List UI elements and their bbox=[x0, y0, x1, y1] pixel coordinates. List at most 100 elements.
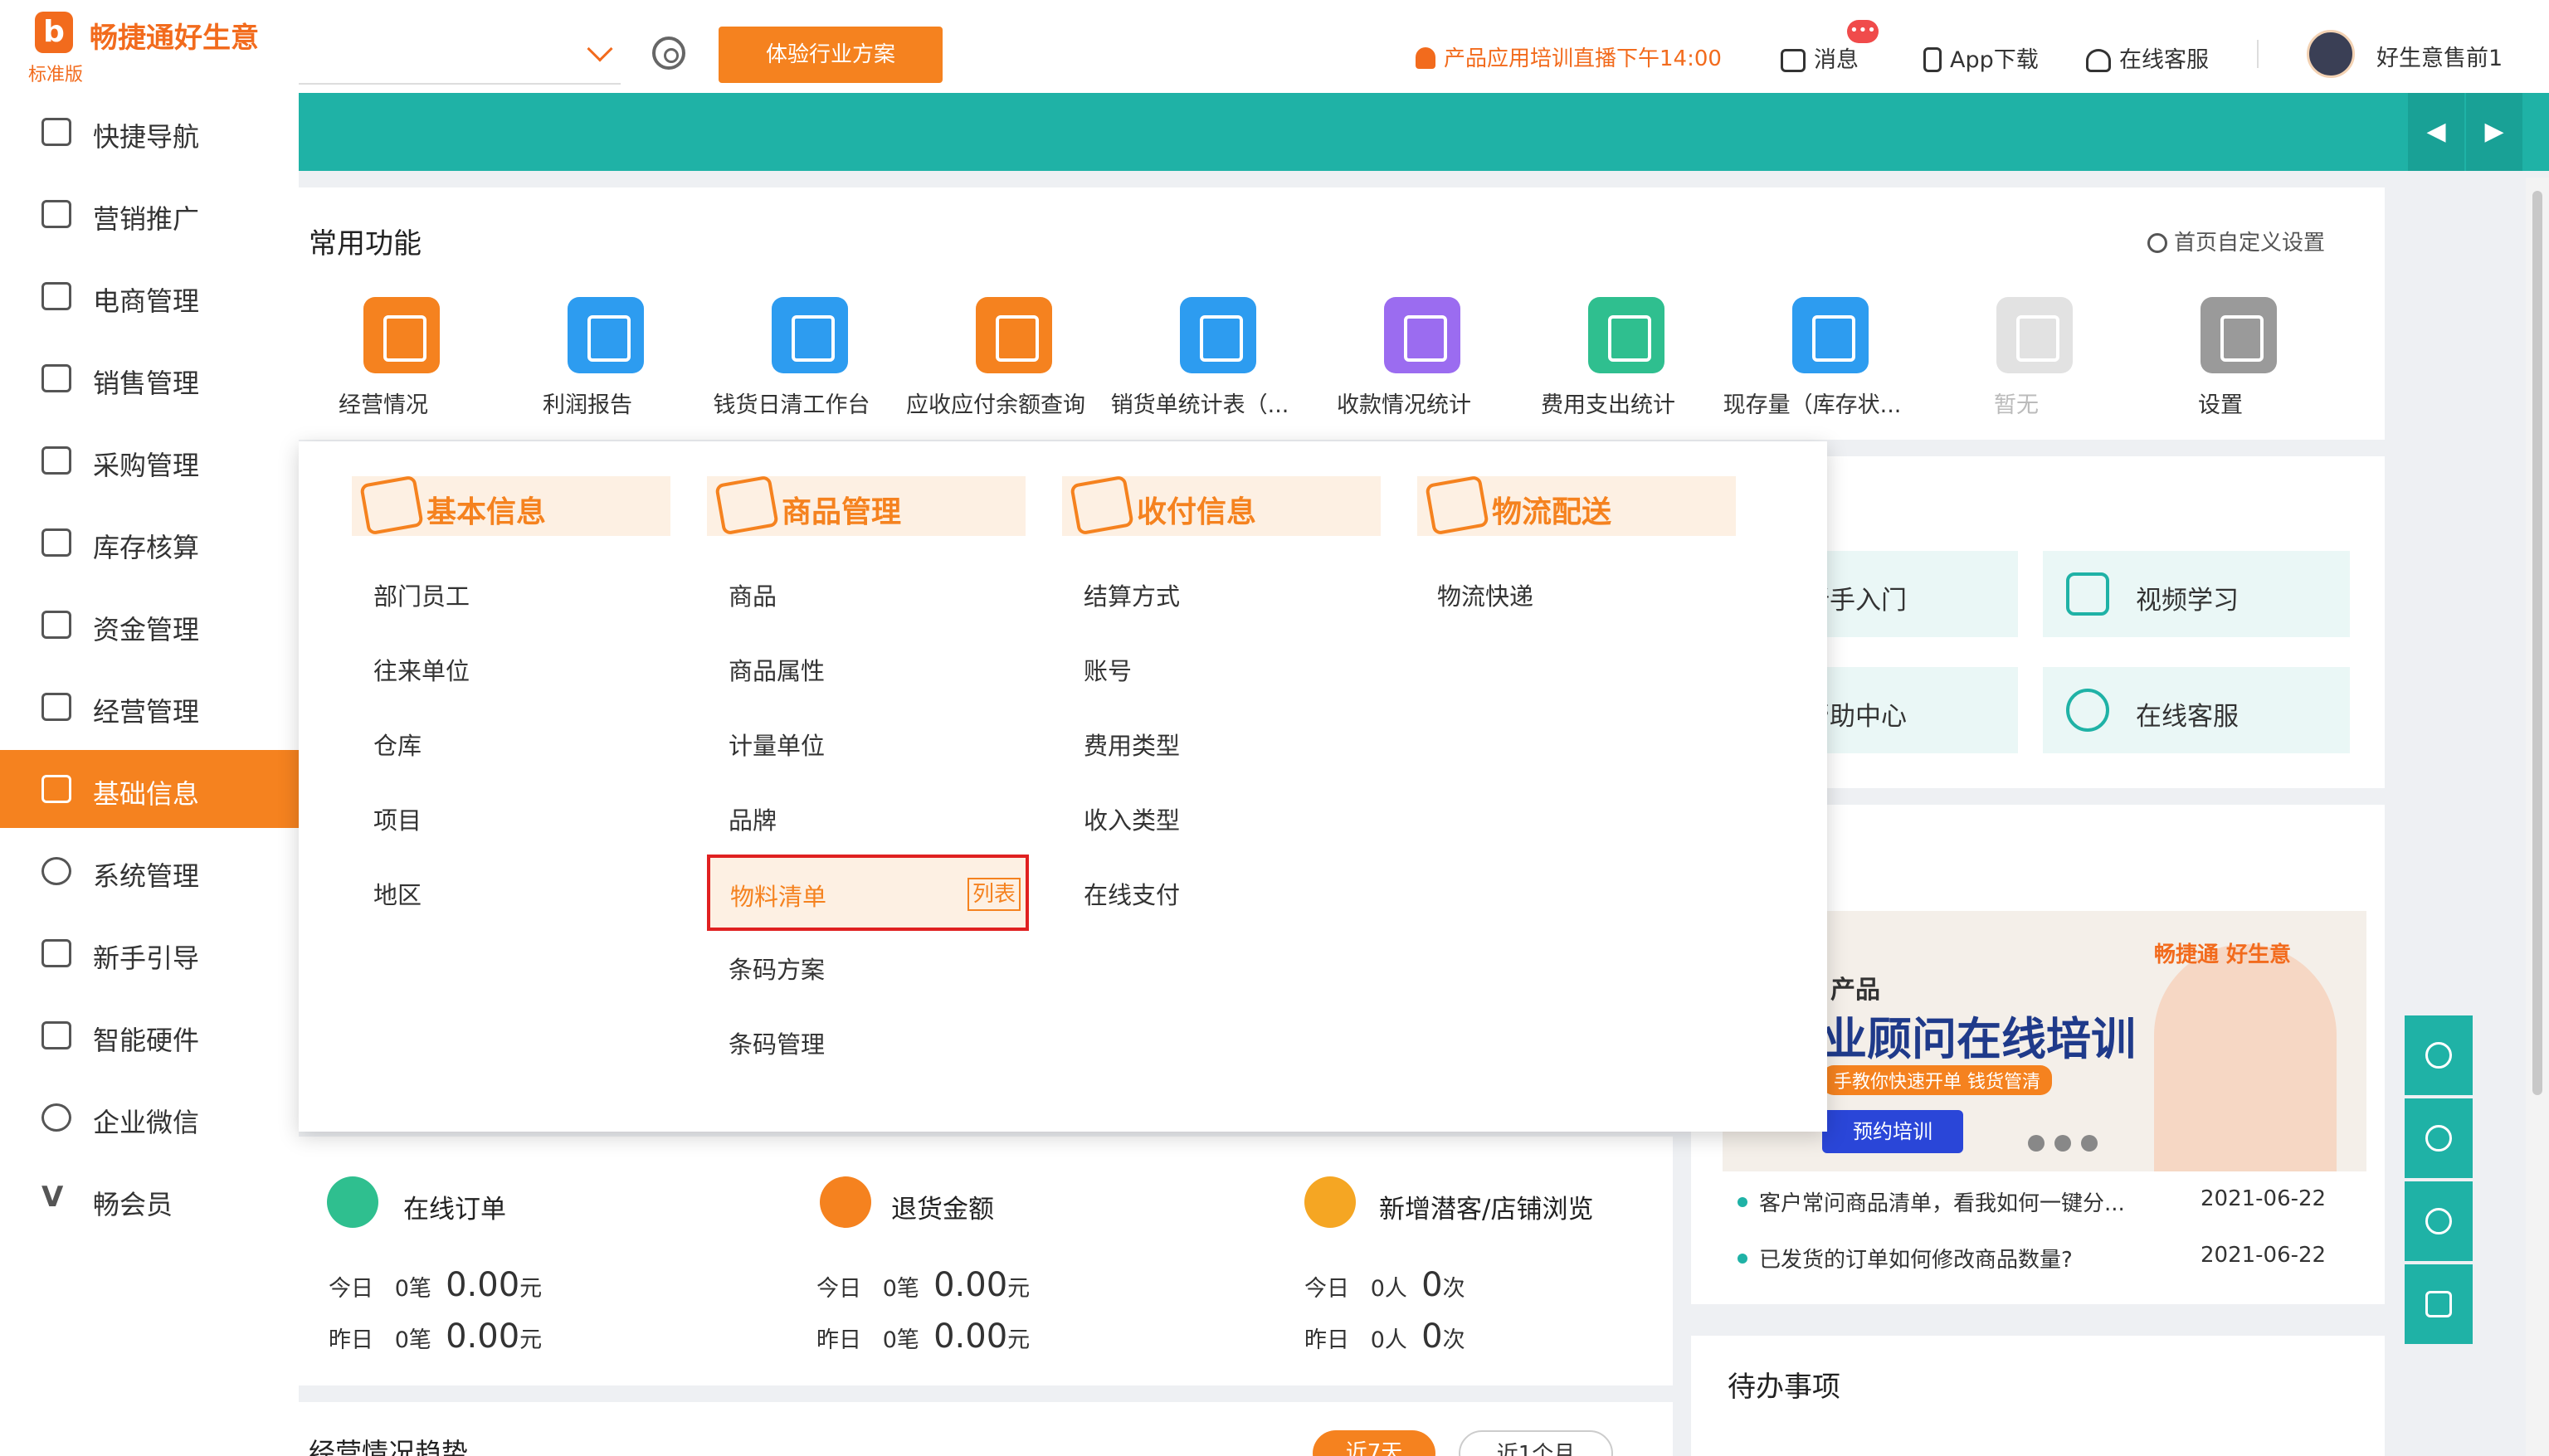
vip-icon: V bbox=[41, 1181, 64, 1214]
service-float-button[interactable] bbox=[2405, 1181, 2473, 1261]
func-business-overview[interactable]: 经营情况 bbox=[284, 297, 483, 421]
todo-title: 待办事项 bbox=[1728, 1371, 1840, 1404]
func-daily-workbench[interactable]: 钱货日清工作台 bbox=[692, 297, 891, 421]
sidebar-item-vip[interactable]: V 畅会员 bbox=[0, 1161, 299, 1239]
customize-home-link[interactable]: 首页自定义设置 bbox=[2147, 226, 2325, 256]
stat-yesterday: 昨日 0笔 0.00元 bbox=[329, 1317, 542, 1356]
sidebar-item-purchase[interactable]: 采购管理 bbox=[0, 421, 299, 499]
bullet-icon bbox=[1738, 1197, 1747, 1207]
menu-item[interactable]: 项目 bbox=[373, 801, 422, 836]
func-label: 设置 bbox=[2198, 392, 2243, 418]
phone-float-button[interactable] bbox=[2405, 1098, 2473, 1178]
menu-item[interactable]: 收入类型 bbox=[1084, 801, 1180, 836]
news-date: 2021-06-22 bbox=[2201, 1243, 2327, 1268]
message-link[interactable]: 消息 bbox=[1781, 41, 1859, 74]
app-download-link[interactable]: App下载 bbox=[1923, 41, 2039, 74]
online-service-link[interactable]: 在线客服 bbox=[2086, 41, 2209, 74]
menu-item[interactable]: 条码方案 bbox=[729, 951, 825, 986]
func-balance-query[interactable]: 应收应付余额查询 bbox=[896, 297, 1095, 421]
menu-item[interactable]: 费用类型 bbox=[1084, 727, 1180, 762]
menu-item[interactable]: 品牌 bbox=[729, 801, 777, 836]
sidebar-item-ecommerce[interactable]: 电商管理 bbox=[0, 257, 299, 335]
industry-solution-button[interactable]: 体验行业方案 bbox=[719, 27, 943, 83]
category-title: 商品管理 bbox=[782, 495, 902, 529]
yesterday-count: 0笔 bbox=[882, 1327, 919, 1353]
range-1-month[interactable]: 近1个月 bbox=[1459, 1430, 1613, 1456]
gear-icon[interactable] bbox=[652, 37, 685, 70]
sidebar-item-funds[interactable]: 资金管理 bbox=[0, 586, 299, 664]
unit: 次 bbox=[1442, 1276, 1465, 1302]
unit: 元 bbox=[1007, 1276, 1031, 1302]
tile-label: 视频学习 bbox=[2136, 586, 2239, 616]
sidebar-item-inventory[interactable]: 库存核算 bbox=[0, 504, 299, 582]
category-basic-info: 基本信息 bbox=[352, 475, 670, 536]
download-float-button[interactable] bbox=[2405, 1015, 2473, 1095]
menu-item[interactable]: 结算方式 bbox=[1084, 577, 1180, 612]
func-label: 销货单统计表（... bbox=[1110, 392, 1289, 418]
live-notice[interactable]: 产品应用培训直播下午14:00 bbox=[1416, 41, 1722, 72]
func-stock-on-hand[interactable]: 现存量（库存状... bbox=[1713, 297, 1912, 421]
menu-item[interactable]: 条码管理 bbox=[729, 1025, 825, 1060]
menu-item[interactable]: 往来单位 bbox=[373, 652, 470, 687]
warehouse-icon bbox=[41, 528, 71, 557]
carousel-dot[interactable] bbox=[2054, 1135, 2071, 1152]
banner-person-image bbox=[2154, 944, 2337, 1171]
scrollbar-thumb[interactable] bbox=[2532, 191, 2542, 1095]
sidebar-item-sales[interactable]: 销售管理 bbox=[0, 339, 299, 417]
tile-online-service[interactable]: 在线客服 bbox=[2043, 667, 2350, 753]
stat-title: 在线订单 bbox=[403, 1195, 506, 1225]
menu-item[interactable]: 计量单位 bbox=[729, 727, 825, 762]
carousel-dot[interactable] bbox=[2028, 1135, 2045, 1152]
placeholder-icon bbox=[1996, 297, 2073, 373]
sidebar-item-quick-nav[interactable]: 快捷导航 bbox=[0, 93, 299, 171]
menu-item[interactable]: 商品属性 bbox=[729, 652, 825, 687]
sidebar-item-label: 快捷导航 bbox=[93, 121, 200, 153]
next-arrow-icon[interactable]: ▶ bbox=[2466, 93, 2522, 171]
menu-item[interactable]: 在线支付 bbox=[1084, 876, 1180, 911]
user-name[interactable]: 好生意售前1 bbox=[2376, 40, 2503, 72]
list-tag[interactable]: 列表 bbox=[967, 878, 1021, 911]
category-title: 收付信息 bbox=[1137, 495, 1257, 529]
sidebar-item-basic-info[interactable]: 基础信息 bbox=[0, 750, 309, 828]
tile-video-learning[interactable]: 视频学习 bbox=[2043, 551, 2350, 637]
wechat-icon bbox=[41, 1103, 71, 1132]
news-item[interactable]: 客户常问商品清单，看我如何一键分... bbox=[1738, 1186, 2125, 1217]
unit: 元 bbox=[1007, 1327, 1031, 1353]
banner-button[interactable]: 预约培训 bbox=[1822, 1110, 1963, 1153]
news-item[interactable]: 已发货的订单如何修改商品数量? bbox=[1738, 1243, 2073, 1273]
yesterday-label: 昨日 bbox=[816, 1327, 861, 1353]
sidebar-item-label: 新手引导 bbox=[93, 942, 200, 974]
func-settings[interactable]: 设置 bbox=[2121, 297, 2320, 421]
menu-item[interactable]: 部门员工 bbox=[373, 577, 470, 612]
range-7-days[interactable]: 近7天 bbox=[1313, 1430, 1435, 1456]
banner-headline: 业顾问在线培训 bbox=[1822, 1013, 2136, 1065]
func-receipt-stats[interactable]: 收款情况统计 bbox=[1304, 297, 1504, 421]
sidebar-item-hardware[interactable]: 智能硬件 bbox=[0, 996, 299, 1074]
menu-item[interactable]: 地区 bbox=[373, 876, 422, 911]
avatar[interactable] bbox=[2307, 30, 2355, 78]
sidebar-item-label: 畅会员 bbox=[93, 1189, 173, 1220]
sidebar-item-guide[interactable]: 新手引导 bbox=[0, 914, 299, 992]
menu-item-bom-highlighted[interactable]: 物料清单 列表 bbox=[707, 855, 1029, 931]
sidebar-item-marketing[interactable]: 营销推广 bbox=[0, 175, 299, 253]
page-scrollbar[interactable] bbox=[2526, 178, 2549, 1456]
logo[interactable]: b 畅捷通好生意 标准版 bbox=[0, 0, 299, 93]
store-select[interactable] bbox=[299, 33, 621, 85]
func-sales-stats[interactable]: 销货单统计表（... bbox=[1100, 297, 1299, 421]
sidebar-item-wecom[interactable]: 企业微信 bbox=[0, 1079, 299, 1157]
sidebar-item-system[interactable]: 系统管理 bbox=[0, 832, 299, 910]
menu-item[interactable]: 物流快递 bbox=[1437, 577, 1533, 612]
customize-label: 首页自定义设置 bbox=[2174, 231, 2326, 256]
sidebar-item-operations[interactable]: 经营管理 bbox=[0, 668, 299, 746]
headset-icon bbox=[2066, 689, 2109, 732]
func-expense-stats[interactable]: 费用支出统计 bbox=[1508, 297, 1708, 421]
prev-arrow-icon[interactable]: ◀ bbox=[2408, 93, 2464, 171]
func-profit-report[interactable]: 利润报告 bbox=[488, 297, 687, 421]
menu-item[interactable]: 账号 bbox=[1084, 652, 1132, 687]
carousel-dot[interactable] bbox=[2081, 1135, 2098, 1152]
menu-item[interactable]: 商品 bbox=[729, 577, 777, 612]
expense-icon bbox=[1588, 297, 1664, 373]
today-value: 0.00 bbox=[933, 1266, 1008, 1304]
apps-float-button[interactable] bbox=[2405, 1264, 2473, 1344]
menu-item[interactable]: 仓库 bbox=[373, 727, 422, 762]
